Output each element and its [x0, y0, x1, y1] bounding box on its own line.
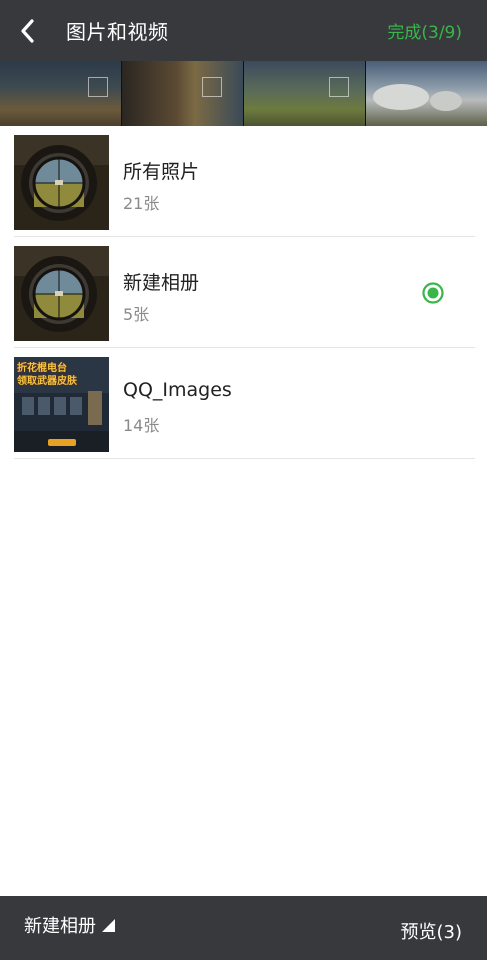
- album-name: 新建相册: [123, 272, 200, 294]
- album-row-qq-images[interactable]: 折花棍电台 领取武器皮肤 QQ_Images 14张: [0, 348, 487, 459]
- done-button[interactable]: 完成(3/9): [387, 18, 462, 43]
- album-row-all-photos[interactable]: 所有照片 21张: [0, 126, 487, 237]
- chevron-left-icon: [21, 18, 34, 43]
- album-thumbnail: [14, 246, 109, 341]
- checkbox-icon: [329, 77, 349, 97]
- selected-radio-icon: [422, 282, 444, 304]
- poster-text: 折花棍电台 领取武器皮肤: [17, 363, 77, 387]
- tank-shape: [373, 84, 462, 111]
- album-count: 21张: [123, 194, 160, 213]
- album-count: 5张: [123, 305, 150, 324]
- preview-button[interactable]: 预览(3): [401, 918, 463, 944]
- album-name: QQ_Images: [123, 379, 232, 401]
- album-list: 所有照片 21张 新建相册 5张 折花棍电台 领取武器皮肤 QQ_Images …: [0, 126, 487, 459]
- album-selector-label: 新建相册: [24, 916, 96, 937]
- album-thumbnail: 折花棍电台 领取武器皮肤: [14, 357, 109, 452]
- checkbox-icon: [88, 77, 108, 97]
- strip-photo[interactable]: [366, 61, 487, 126]
- strip-photo[interactable]: [244, 61, 366, 126]
- strip-photo[interactable]: [0, 61, 122, 126]
- scope-image: [14, 135, 109, 230]
- album-name: 所有照片: [123, 161, 200, 183]
- back-button[interactable]: [16, 18, 38, 44]
- bottom-bar: 新建相册 预览(3): [0, 896, 487, 960]
- strip-photo[interactable]: [122, 61, 244, 126]
- top-bar: 图片和视频 完成(3/9): [0, 0, 487, 61]
- triangle-dropdown-icon: [102, 918, 115, 932]
- page-title: 图片和视频: [66, 20, 169, 44]
- checkbox-icon: [202, 77, 222, 97]
- scope-image: [14, 246, 109, 341]
- album-thumbnail: [14, 135, 109, 230]
- album-count: 14张: [123, 416, 160, 435]
- album-selector-button[interactable]: 新建相册: [24, 912, 115, 938]
- album-row-new-album[interactable]: 新建相册 5张: [0, 237, 487, 348]
- selected-photo-strip: [0, 61, 487, 126]
